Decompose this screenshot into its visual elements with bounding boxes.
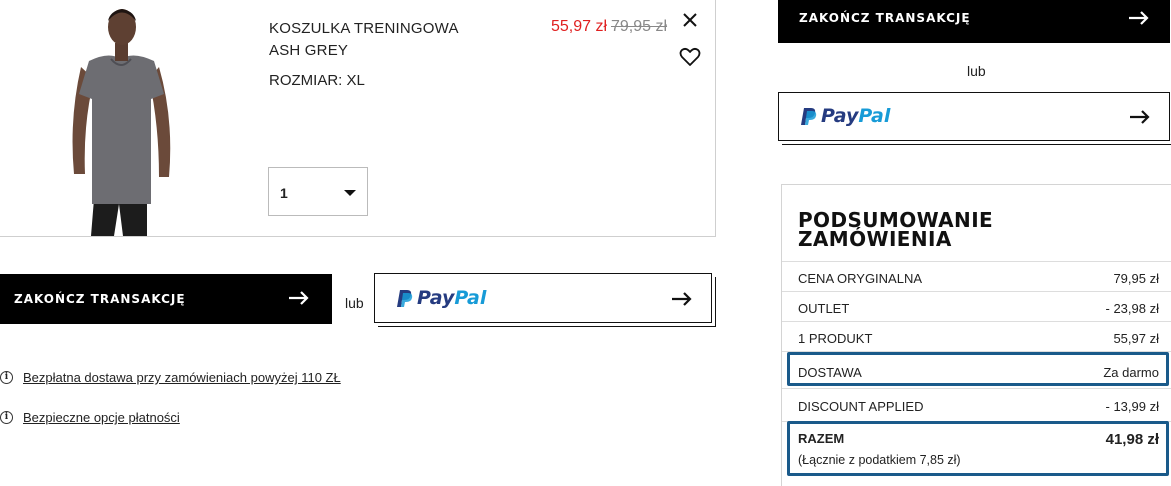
paypal-logo: PayPal [801,105,890,127]
arrow-right-icon [1129,11,1149,25]
arrow-right-icon [1130,110,1150,124]
divider [782,261,1171,262]
cart-item: KOSZULKA TRENINGOWA ASH GREY ROZMIAR: XL… [0,0,716,237]
free-delivery-link[interactable]: Bezpłatna dostawa przy zamówieniach powy… [23,370,341,385]
paypal-logo: PayPal [397,287,486,309]
checkout-button-label: ZAKOŃCZ TRANSAKCJĘ [14,292,186,306]
arrow-right-icon [289,291,309,305]
delivery-highlight [787,352,1169,386]
summary-row-original-price: CENA ORYGINALNA 79,95 zł [798,271,1159,286]
summary-row-label: OUTLET [798,301,850,316]
divider [782,321,1171,322]
quantity-value: 1 [280,185,288,201]
product-name-line2: ASH GREY [269,42,349,59]
paypal-icon [397,289,413,307]
sale-price: 55,97 zł [551,18,608,35]
paypal-button-side[interactable]: PayPal [778,92,1170,141]
divider [782,388,1171,389]
product-image[interactable] [0,0,204,236]
summary-row-products: 1 PRODUKT 55,97 zł [798,331,1159,346]
free-delivery-info: i Bezpłatna dostawa przy zamówieniach po… [0,370,341,385]
paypal-icon [801,107,817,125]
summary-row-label: 1 PRODUKT [798,331,873,346]
original-price: 79,95 zł [611,18,668,35]
remove-item-button[interactable] [680,10,700,30]
heart-icon [679,47,701,66]
secure-payment-info: i Bezpieczne opcje płatności [0,410,180,425]
summary-row-value: - 23,98 zł [1105,301,1159,316]
summary-row-value: 79,95 zł [1113,271,1159,286]
checkout-button-bottom[interactable]: ZAKOŃCZ TRANSAKCJĘ [0,274,332,324]
wishlist-button[interactable] [679,47,701,67]
summary-row-outlet: OUTLET - 23,98 zł [798,301,1159,316]
order-summary: PODSUMOWANIE ZAMÓWIENIA CENA ORYGINALNA … [781,184,1171,486]
summary-title: PODSUMOWANIE ZAMÓWIENIA [798,210,993,251]
paypal-button-bottom[interactable]: PayPal [374,273,712,323]
summary-row-value: - 13,99 zł [1105,399,1159,414]
checkout-button-label: ZAKOŃCZ TRANSAKCJĘ [799,11,971,25]
quantity-select[interactable]: 1 [268,167,368,216]
summary-row-discount: DISCOUNT APPLIED - 13,99 zł [798,399,1159,414]
summary-row-label: DISCOUNT APPLIED [798,399,924,414]
or-label: lub [345,295,364,311]
paypal-pay-text: Pay [821,105,859,127]
info-icon: i [0,371,13,384]
total-highlight [787,421,1169,476]
arrow-right-icon [672,292,692,306]
info-icon: i [0,411,13,424]
chevron-down-icon [344,190,356,196]
product-name[interactable]: KOSZULKA TRENINGOWA ASH GREY [269,18,459,62]
divider [782,291,1171,292]
paypal-pal-text: Pal [858,105,891,127]
summary-row-label: CENA ORYGINALNA [798,271,923,286]
summary-title-line2: ZAMÓWIENIA [798,227,952,251]
product-size: ROZMIAR: XL [269,72,365,89]
close-icon [683,13,697,27]
paypal-pay-text: Pay [417,287,455,309]
secure-payment-link[interactable]: Bezpieczne opcje płatności [23,410,180,425]
summary-row-value: 55,97 zł [1113,331,1159,346]
or-label: lub [967,63,986,79]
paypal-pal-text: Pal [454,287,487,309]
checkout-button-side[interactable]: ZAKOŃCZ TRANSAKCJĘ [778,0,1170,43]
product-name-line1: KOSZULKA TRENINGOWA [269,20,459,37]
